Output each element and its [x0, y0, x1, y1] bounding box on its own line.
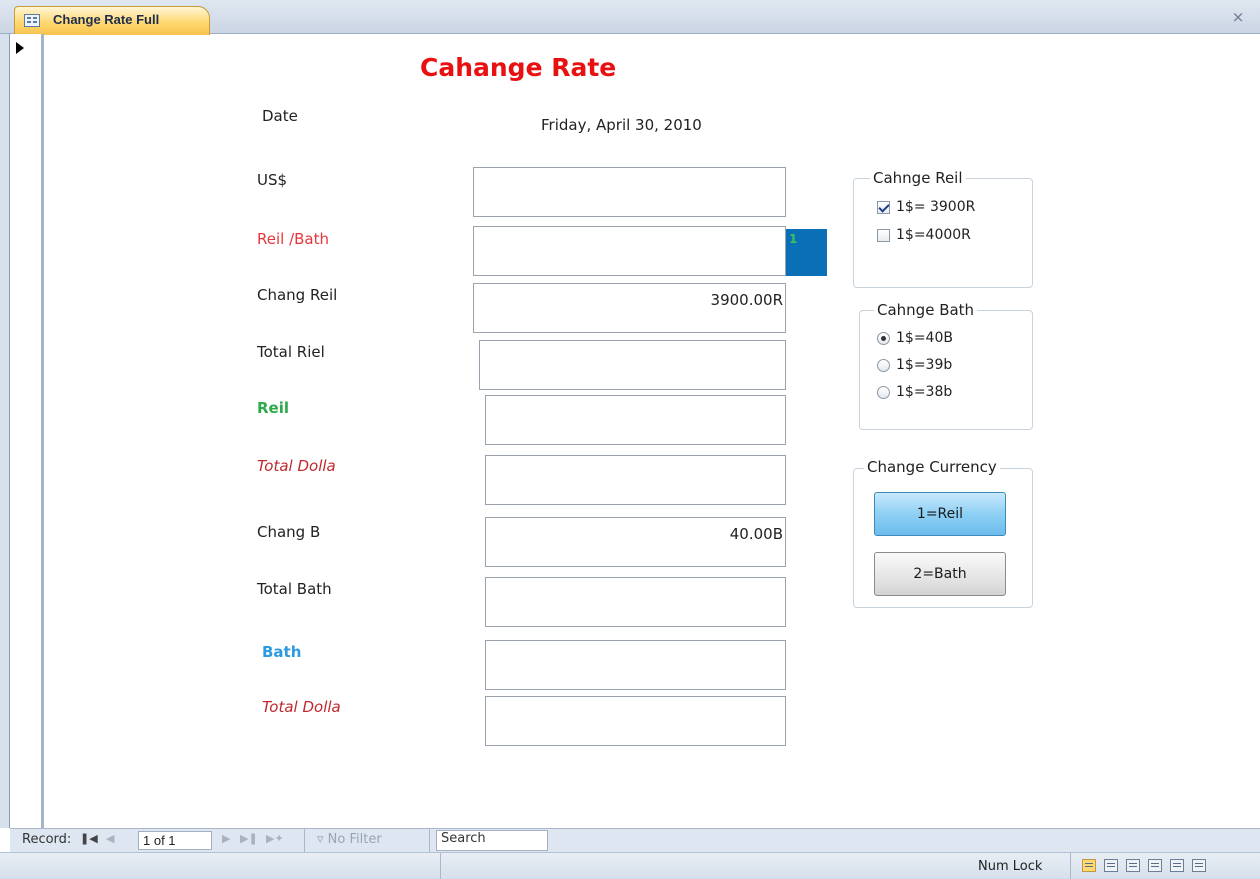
status-divider	[1070, 853, 1071, 879]
bath-option-38[interactable]: 1$=38b	[877, 384, 952, 400]
tab-label: Change Rate Full	[53, 12, 160, 27]
reil-option-3900[interactable]: 1$= 3900R	[877, 199, 975, 215]
bath-option-39-label: 1$=39b	[896, 357, 953, 373]
bath-option-39[interactable]: 1$=39b	[877, 357, 952, 373]
next-record-icon[interactable]: ▶	[222, 832, 230, 845]
navbar-divider	[304, 829, 305, 853]
last-record-icon[interactable]: ▶❚	[240, 832, 258, 845]
total-dolla-label-1: Total Dolla	[257, 457, 336, 475]
no-filter-button[interactable]: ▿ No Filter	[317, 832, 382, 847]
checkbox-4000[interactable]	[877, 228, 890, 242]
tab-change-rate-full[interactable]: Change Rate Full	[14, 6, 210, 35]
chang-b-field[interactable]: 40.00B	[485, 517, 786, 567]
chang-reil-field[interactable]: 3900.00R	[473, 283, 786, 333]
change-reil-legend: Cahnge Reil	[870, 169, 966, 187]
reil-bath-label: Reil /Bath	[257, 230, 330, 248]
left-frame	[0, 34, 10, 828]
rate-indicator: 1	[786, 229, 827, 276]
num-lock-indicator: Num Lock	[978, 859, 1043, 874]
reil-button[interactable]: 1=Reil	[874, 492, 1006, 536]
pivottable-view-icon[interactable]	[1126, 859, 1140, 872]
status-divider	[440, 853, 441, 879]
bath-label: Bath	[262, 643, 302, 661]
form-view-icon[interactable]	[1082, 859, 1096, 872]
reil-field[interactable]	[485, 395, 786, 445]
total-riel-label: Total Riel	[257, 343, 325, 361]
current-record-input[interactable]	[138, 831, 212, 850]
previous-record-icon[interactable]: ◀	[106, 832, 114, 845]
bath-field[interactable]	[485, 640, 786, 690]
change-bath-legend: Cahnge Bath	[874, 301, 978, 319]
chang-b-label: Chang B	[257, 523, 321, 541]
checkbox-3900[interactable]	[877, 200, 890, 214]
reil-bath-field[interactable]	[473, 226, 786, 276]
pivotchart-view-icon[interactable]	[1148, 859, 1162, 872]
change-currency-legend: Change Currency	[864, 458, 1000, 476]
navbar-divider	[429, 829, 430, 853]
total-dolla-field-1[interactable]	[485, 455, 786, 505]
reil-option-3900-label: 1$= 3900R	[896, 199, 976, 215]
rate-indicator-value: 1	[789, 232, 798, 246]
record-navigation-bar: Record: ❚◀ ◀ ▶ ▶❚ ▶✦ ▿ No Filter Search	[10, 828, 1260, 853]
search-input[interactable]: Search	[436, 830, 548, 851]
close-icon[interactable]: ×	[1230, 9, 1246, 25]
no-filter-label: No Filter	[327, 832, 382, 847]
radio-39[interactable]	[877, 358, 890, 372]
current-record-arrow-icon	[16, 42, 24, 54]
reil-option-4000[interactable]: 1$=4000R	[877, 227, 971, 243]
document-tab-strip: Change Rate Full ×	[0, 0, 1260, 35]
total-dolla-label-2: Total Dolla	[262, 698, 341, 716]
radio-40[interactable]	[877, 331, 890, 345]
date-value: Friday, April 30, 2010	[541, 116, 702, 134]
form-title: Cahange Rate	[420, 53, 617, 82]
new-record-icon[interactable]: ▶✦	[266, 832, 284, 845]
record-selector[interactable]	[10, 34, 44, 828]
chang-reil-label: Chang Reil	[257, 286, 338, 304]
bath-option-38-label: 1$=38b	[896, 384, 953, 400]
total-bath-field[interactable]	[485, 577, 786, 627]
bath-option-40-label: 1$=40B	[896, 330, 953, 346]
bath-button[interactable]: 2=Bath	[874, 552, 1006, 596]
date-label: Date	[262, 107, 298, 125]
total-bath-label: Total Bath	[257, 580, 332, 598]
radio-38[interactable]	[877, 385, 890, 399]
design-view-icon[interactable]	[1192, 859, 1206, 872]
total-riel-field[interactable]	[479, 340, 786, 390]
reil-label: Reil	[257, 399, 290, 417]
first-record-icon[interactable]: ❚◀	[80, 832, 98, 845]
form-icon	[24, 14, 40, 27]
layout-view-icon[interactable]	[1170, 859, 1184, 872]
total-dolla-field-2[interactable]	[485, 696, 786, 746]
usd-field[interactable]	[473, 167, 786, 217]
datasheet-view-icon[interactable]	[1104, 859, 1118, 872]
status-bar: Num Lock	[0, 852, 1260, 879]
record-label: Record:	[22, 832, 72, 847]
usd-label: US$	[257, 171, 288, 189]
bath-option-40[interactable]: 1$=40B	[877, 330, 953, 346]
filter-icon: ▿	[317, 832, 324, 847]
reil-option-4000-label: 1$=4000R	[896, 227, 971, 243]
